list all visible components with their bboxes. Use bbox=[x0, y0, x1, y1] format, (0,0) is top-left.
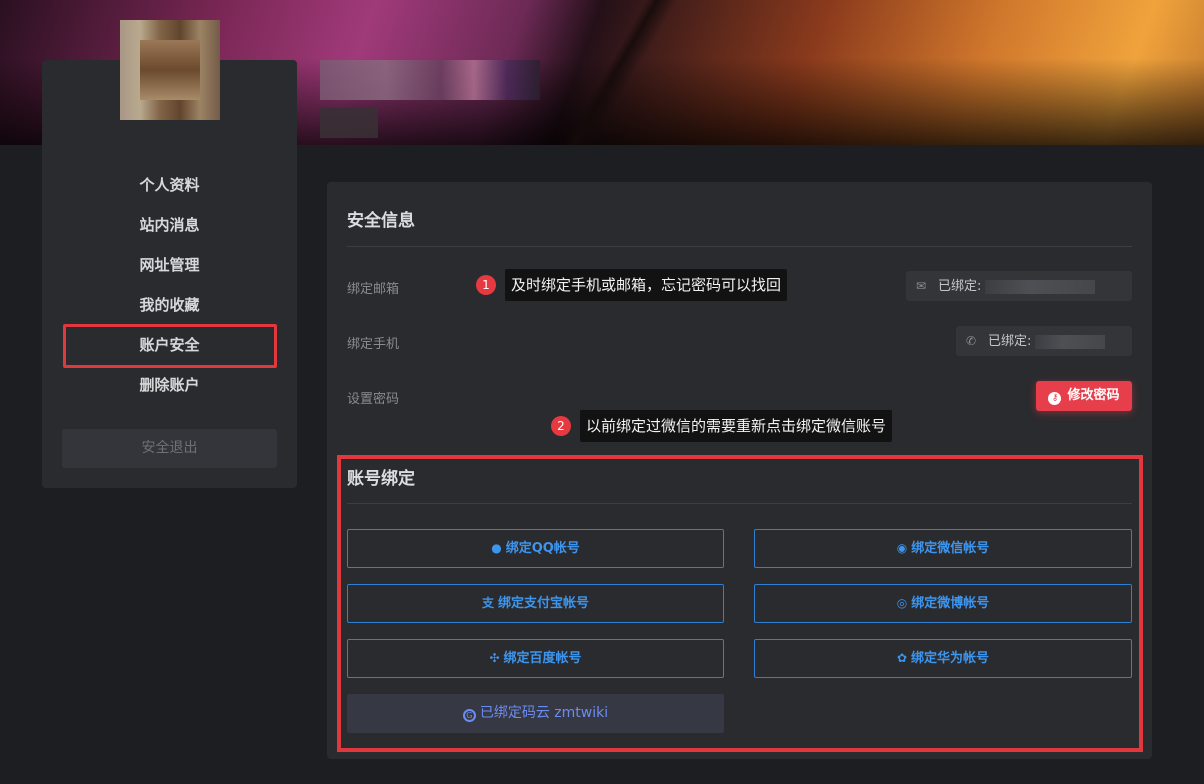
wechat-icon: ◉ bbox=[896, 541, 908, 555]
security-divider bbox=[347, 246, 1132, 247]
callout-number-1: 1 bbox=[476, 275, 496, 295]
sidebar-item-delete-account[interactable]: 删除账户 bbox=[42, 365, 297, 405]
email-status-text: 已绑定: bbox=[938, 279, 982, 294]
sidebar-nav: 个人资料 站内消息 网址管理 我的收藏 账户安全 删除账户 bbox=[42, 165, 297, 405]
key-icon: ⚷ bbox=[1048, 392, 1062, 405]
change-password-button[interactable]: ⚷ 修改密码 bbox=[1036, 381, 1132, 411]
bind-alipay-button[interactable]: 支绑定支付宝帐号 bbox=[347, 584, 724, 623]
callout-number-2: 2 bbox=[551, 416, 571, 436]
alipay-icon: 支 bbox=[481, 596, 494, 610]
avatar[interactable] bbox=[120, 20, 220, 120]
password-label: 设置密码 bbox=[347, 392, 400, 407]
sidebar-item-sites[interactable]: 网址管理 bbox=[42, 245, 297, 285]
baidu-icon: ✣ bbox=[489, 651, 500, 665]
phone-blurred bbox=[1035, 334, 1106, 349]
bind-weibo-button[interactable]: ◎ 绑定微博帐号 bbox=[754, 584, 1132, 623]
sidebar-item-messages[interactable]: 站内消息 bbox=[42, 205, 297, 245]
bindings-title: 账号绑定 bbox=[347, 469, 415, 489]
mail-icon: ✉ bbox=[916, 279, 927, 293]
callout-1: 及时绑定手机或邮箱，忘记密码可以找回 bbox=[505, 269, 788, 301]
bind-wechat-button[interactable]: ◉ 绑定微信帐号 bbox=[754, 529, 1132, 568]
email-bound-status[interactable]: ✉ 已绑定: bbox=[906, 271, 1132, 301]
username-blurred bbox=[320, 60, 540, 100]
bindings-divider bbox=[347, 503, 1132, 504]
gitee-bound-button[interactable]: G 已绑定码云 zmtwiki bbox=[347, 694, 724, 733]
sidebar-item-security[interactable]: 账户安全 bbox=[42, 325, 297, 365]
phone-bound-status[interactable]: ✆ 已绑定: bbox=[956, 326, 1132, 356]
qq-icon: ● bbox=[491, 541, 502, 555]
sidebar-item-favorites[interactable]: 我的收藏 bbox=[42, 285, 297, 325]
email-label: 绑定邮箱 bbox=[347, 282, 400, 297]
bind-qq-button[interactable]: ● 绑定QQ帐号 bbox=[347, 529, 724, 568]
bind-huawei-button[interactable]: ✿ 绑定华为帐号 bbox=[754, 639, 1132, 678]
callout-2: 以前绑定过微信的需要重新点击绑定微信账号 bbox=[580, 410, 893, 442]
phone-label: 绑定手机 bbox=[347, 337, 400, 352]
huawei-icon: ✿ bbox=[896, 651, 908, 665]
user-meta-blurred bbox=[320, 108, 378, 138]
phone-status-text: 已绑定: bbox=[988, 334, 1032, 349]
bind-baidu-button[interactable]: ✣ 绑定百度帐号 bbox=[347, 639, 724, 678]
weibo-icon: ◎ bbox=[896, 596, 908, 610]
security-title: 安全信息 bbox=[347, 211, 415, 231]
email-blurred bbox=[985, 279, 1096, 294]
sidebar-item-profile[interactable]: 个人资料 bbox=[42, 165, 297, 205]
gitee-icon: G bbox=[462, 709, 476, 722]
phone-icon: ✆ bbox=[966, 334, 977, 348]
logout-button[interactable]: 安全退出 bbox=[62, 429, 277, 468]
